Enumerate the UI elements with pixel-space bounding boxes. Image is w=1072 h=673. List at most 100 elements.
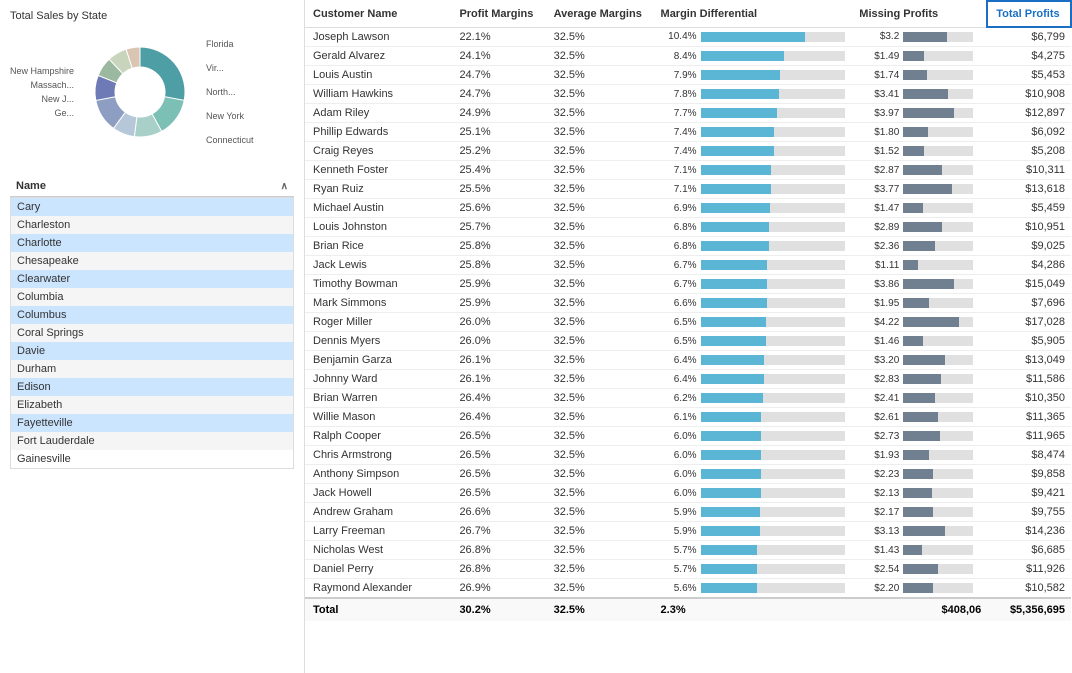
cell-total-profit: $8,474 (987, 446, 1071, 465)
city-item[interactable]: Elizabeth (11, 396, 293, 414)
cell-customer-name: Chris Armstrong (305, 446, 451, 465)
city-item[interactable]: Charleston (11, 216, 293, 234)
cell-total-profit: $7,696 (987, 294, 1071, 313)
city-item[interactable]: Fort Lauderdale (11, 432, 293, 450)
cell-total-profit: $9,858 (987, 465, 1071, 484)
cell-customer-name: Jack Lewis (305, 256, 451, 275)
table-row: Dennis Myers26.0%32.5%6.5%$1.46$5,905 (305, 332, 1071, 351)
cell-total-profit: $11,365 (987, 408, 1071, 427)
col-avg-margins[interactable]: Average Margins (546, 1, 653, 27)
cell-customer-name: William Hawkins (305, 85, 451, 104)
cell-margin-diff: 6.0% (653, 484, 852, 503)
cell-customer-name: Willie Mason (305, 408, 451, 427)
cell-total-profit: $17,028 (987, 313, 1071, 332)
data-table: Customer Name Profit Margins Average Mar… (305, 0, 1072, 621)
donut-label-right: New York (206, 111, 254, 121)
city-item[interactable]: Gainesville (11, 450, 293, 468)
cell-profit-margin: 26.8% (451, 541, 545, 560)
cell-margin-diff: 6.7% (653, 275, 852, 294)
table-row: Johnny Ward26.1%32.5%6.4%$2.83$11,586 (305, 370, 1071, 389)
city-item[interactable]: Fayetteville (11, 414, 293, 432)
col-profit-margins[interactable]: Profit Margins (451, 1, 545, 27)
cell-margin-diff: 10.4% (653, 27, 852, 47)
col-margin-diff[interactable]: Margin Differential (653, 1, 852, 27)
col-missing-profits[interactable]: Missing Profits (851, 1, 987, 27)
city-item[interactable]: Davie (11, 342, 293, 360)
city-item[interactable]: Charlotte (11, 234, 293, 252)
cell-margin-diff: 7.7% (653, 104, 852, 123)
cell-margin-diff: 8.4% (653, 47, 852, 66)
col-customer-name[interactable]: Customer Name (305, 1, 451, 27)
cell-margin-diff: 7.1% (653, 180, 852, 199)
sort-icon[interactable]: ∧ (281, 181, 288, 192)
cell-customer-name: Johnny Ward (305, 370, 451, 389)
cell-avg-margin: 32.5% (546, 104, 653, 123)
cell-margin-diff: 7.4% (653, 142, 852, 161)
cell-missing-profits: $1.93 (851, 446, 987, 465)
cell-total-profit: $6,092 (987, 123, 1071, 142)
cell-profit-margin: 26.6% (451, 503, 545, 522)
cell-avg-margin: 32.5% (546, 66, 653, 85)
table-row: Willie Mason26.4%32.5%6.1%$2.61$11,365 (305, 408, 1071, 427)
cell-total-profit: $11,586 (987, 370, 1071, 389)
city-item[interactable]: Durham (11, 360, 293, 378)
cell-avg-margin: 32.5% (546, 85, 653, 104)
cell-margin-diff: 6.9% (653, 199, 852, 218)
cell-margin-diff: 6.6% (653, 294, 852, 313)
cell-profit-margin: 26.8% (451, 560, 545, 579)
cell-profit-margin: 24.9% (451, 104, 545, 123)
cell-margin-diff: 6.0% (653, 465, 852, 484)
cell-missing-profits: $2.83 (851, 370, 987, 389)
cell-missing-profits: $1.74 (851, 66, 987, 85)
cell-total-profit: $11,965 (987, 427, 1071, 446)
cell-margin-diff: 6.8% (653, 218, 852, 237)
city-item[interactable]: Clearwater (11, 270, 293, 288)
city-item[interactable]: Edison (11, 378, 293, 396)
cell-missing-profits: $1.80 (851, 123, 987, 142)
left-panel: Total Sales by State New HampshireMassac… (0, 0, 305, 673)
donut-label-right: Vir... (206, 63, 254, 73)
cell-customer-name: Michael Austin (305, 199, 451, 218)
cell-margin-diff: 7.8% (653, 85, 852, 104)
cell-margin-diff: 6.0% (653, 427, 852, 446)
cell-avg-margin: 32.5% (546, 484, 653, 503)
city-item[interactable]: Cary (11, 198, 293, 216)
cell-margin-diff: 6.0% (653, 446, 852, 465)
cell-missing-profits: $2.73 (851, 427, 987, 446)
cell-missing-profits: $1.46 (851, 332, 987, 351)
cell-customer-name: Andrew Graham (305, 503, 451, 522)
city-item[interactable]: Columbus (11, 306, 293, 324)
cell-avg-margin: 32.5% (546, 541, 653, 560)
cell-profit-margin: 25.2% (451, 142, 545, 161)
cell-missing-profits: $2.36 (851, 237, 987, 256)
donut-labels-left: New HampshireMassach...New J...Ge... (10, 66, 74, 118)
cell-missing-profits: $1.11 (851, 256, 987, 275)
donut-label-right: Connecticut (206, 135, 254, 145)
cell-customer-name: Roger Miller (305, 313, 451, 332)
col-total-profits[interactable]: Total Profits (987, 1, 1071, 27)
cell-avg-margin: 32.5% (546, 199, 653, 218)
table-row: Gerald Alvarez24.1%32.5%8.4%$1.49$4,275 (305, 47, 1071, 66)
cell-total-profit: $6,799 (987, 27, 1071, 47)
city-item[interactable]: Chesapeake (11, 252, 293, 270)
cell-profit-margin: 26.5% (451, 484, 545, 503)
cell-margin-diff: 6.8% (653, 237, 852, 256)
cell-customer-name: Louis Johnston (305, 218, 451, 237)
cell-customer-name: Gerald Alvarez (305, 47, 451, 66)
donut-label-left: New J... (10, 94, 74, 104)
cell-customer-name: Anthony Simpson (305, 465, 451, 484)
cell-avg-margin: 32.5% (546, 275, 653, 294)
table-row: Joseph Lawson22.1%32.5%10.4%$3.2$6,799 (305, 27, 1071, 47)
city-item[interactable]: Coral Springs (11, 324, 293, 342)
cell-profit-margin: 25.1% (451, 123, 545, 142)
cell-profit-margin: 26.1% (451, 351, 545, 370)
cell-customer-name: Raymond Alexander (305, 579, 451, 599)
cell-avg-margin: 32.5% (546, 142, 653, 161)
city-item[interactable]: Columbia (11, 288, 293, 306)
cell-margin-diff: 5.7% (653, 541, 852, 560)
cell-avg-margin: 32.5% (546, 579, 653, 599)
cell-margin-diff: 5.9% (653, 503, 852, 522)
cell-missing-profits: $3.13 (851, 522, 987, 541)
city-list[interactable]: CaryCharlestonCharlotteChesapeakeClearwa… (10, 197, 294, 469)
cell-customer-name: Dennis Myers (305, 332, 451, 351)
